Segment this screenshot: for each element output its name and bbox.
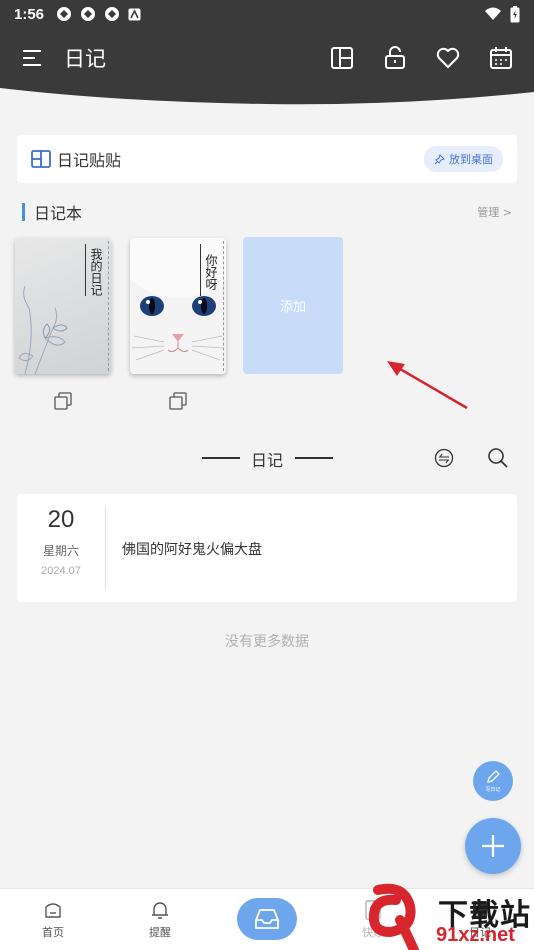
pin-to-desktop-button[interactable]: 放到桌面	[424, 146, 503, 172]
add-notebook-label: 添加	[279, 300, 306, 315]
header-actions	[329, 45, 514, 71]
diary-section-header: 日记	[0, 446, 534, 470]
pin-button-label: 放到桌面	[449, 153, 493, 166]
diary-sticker-card[interactable]: 日记贴贴 放到桌面	[17, 135, 517, 183]
app-notification-icon	[57, 7, 72, 21]
search-icon[interactable]	[487, 447, 509, 469]
manage-link[interactable]: 管理 >	[477, 204, 512, 220]
entry-divider	[105, 506, 106, 590]
pin-icon	[434, 153, 445, 164]
notebook-spine-title: 我的日记	[85, 244, 105, 296]
notebook-section-title: 日记本	[22, 200, 82, 224]
entry-year-month: 2024.07	[41, 565, 81, 577]
notebook-cover[interactable]: 我的日记	[15, 238, 111, 374]
notebook-section-label: 日记本	[34, 204, 83, 223]
diary-section-title: 日记	[251, 451, 284, 470]
battery-icon	[510, 5, 520, 22]
entry-text: 佛国的阿好鬼火偏大盘	[122, 542, 262, 558]
header-curve	[0, 86, 534, 105]
bell-icon	[152, 902, 168, 919]
nav-item-home[interactable]: 首页	[23, 899, 83, 940]
lock-icon[interactable]	[382, 45, 408, 71]
book-open-icon	[31, 150, 51, 168]
sticker-label: 日记贴贴	[57, 151, 122, 170]
plus-icon	[482, 835, 504, 857]
stitch-line	[108, 241, 109, 371]
nav-item-inbox[interactable]	[237, 898, 297, 940]
home-icon	[45, 903, 61, 918]
app-notification-icon	[105, 7, 120, 21]
nav-item-reminder[interactable]: 提醒	[130, 899, 190, 940]
copy-icon[interactable]	[53, 391, 73, 411]
divider-line	[295, 457, 333, 459]
layout-icon[interactable]	[329, 45, 355, 71]
watermark-site: 91xz.net	[436, 924, 515, 946]
app-header: 日记	[0, 28, 534, 88]
write-diary-caption: 写日记	[485, 787, 501, 793]
annotation-arrow	[387, 361, 468, 410]
nav-label: 提醒	[149, 926, 171, 939]
wifi-icon	[485, 7, 501, 20]
stitch-line	[223, 241, 224, 371]
calendar-icon[interactable]	[488, 45, 514, 71]
heart-icon[interactable]	[435, 45, 461, 71]
notebook-cover[interactable]: 你好呀	[130, 238, 226, 374]
add-notebook-button[interactable]: 添加	[243, 237, 343, 374]
diary-entry-card[interactable]: 20 星期六 2024.07 佛国的阿好鬼火偏大盘	[17, 494, 517, 602]
inbox-icon	[255, 909, 279, 929]
menu-icon[interactable]	[20, 46, 44, 70]
write-diary-fab[interactable]: 写日记	[473, 761, 513, 801]
entry-weekday: 星期六	[42, 544, 79, 558]
status-time: 1:56	[14, 5, 45, 23]
entry-date: 20 星期六 2024.07	[17, 506, 105, 577]
nav-label: 首页	[42, 926, 64, 939]
section-accent-bar	[22, 203, 25, 221]
app-notification-icon	[81, 7, 96, 21]
notebook-spine-title: 你好呀	[200, 244, 220, 296]
entry-day: 20	[47, 506, 75, 533]
status-notification-icons	[56, 6, 141, 22]
pencil-icon	[487, 770, 500, 783]
no-more-data-text: 没有更多数据	[225, 634, 309, 650]
sort-icon[interactable]	[434, 448, 454, 468]
divider-line	[202, 457, 240, 459]
status-system-icons	[484, 5, 520, 23]
status-bar: 1:56	[0, 0, 534, 28]
copy-icon[interactable]	[168, 391, 188, 411]
page-title: 日记	[64, 47, 106, 71]
app-notification-icon	[128, 8, 141, 20]
add-fab[interactable]	[465, 818, 521, 874]
